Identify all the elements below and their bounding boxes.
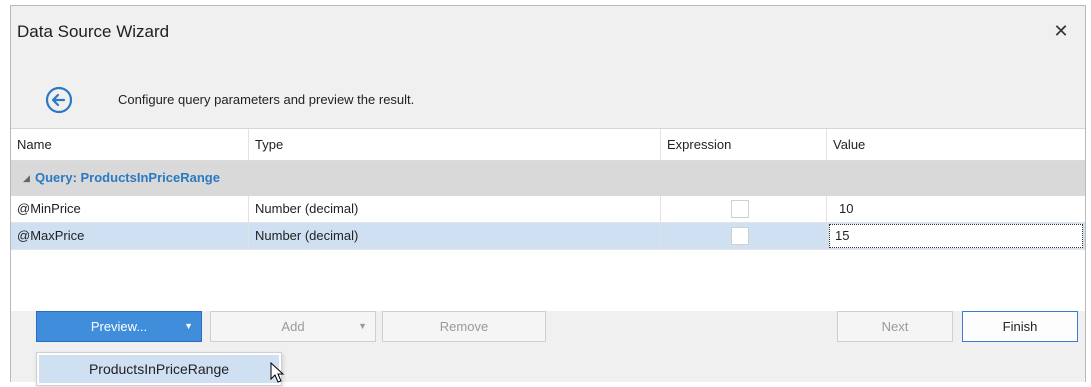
wizard-header: Configure query parameters and preview t… <box>11 58 1085 128</box>
cell-type[interactable]: Number (decimal) <box>249 223 661 249</box>
add-button[interactable]: Add ▼ <box>210 311 376 342</box>
expression-checkbox[interactable] <box>731 227 749 245</box>
collapse-arrow-icon[interactable]: ◢ <box>23 173 30 184</box>
table-row-maxprice[interactable]: @MaxPrice Number (decimal) 15 <box>11 223 1085 250</box>
grid-header: Name Type Expression Value <box>11 129 1085 161</box>
group-label: Query: ProductsInPriceRange <box>35 170 220 185</box>
expression-checkbox[interactable] <box>731 200 749 218</box>
finish-button[interactable]: Finish <box>962 311 1078 342</box>
cell-type[interactable]: Number (decimal) <box>249 196 661 222</box>
value-editor[interactable]: 15 <box>829 224 1083 248</box>
title-bar: Data Source Wizard ✕ <box>11 6 1085 58</box>
column-header-value[interactable]: Value <box>827 129 1085 160</box>
next-button[interactable]: Next <box>837 311 953 342</box>
table-row-minprice[interactable]: @MinPrice Number (decimal) 10 <box>11 196 1085 223</box>
cell-value[interactable]: 10 <box>827 196 1085 222</box>
add-button-label: Add <box>281 319 305 334</box>
group-row-query[interactable]: ◢ Query: ProductsInPriceRange <box>11 161 1085 196</box>
chevron-down-icon[interactable]: ▼ <box>358 312 367 341</box>
menu-item-productsinpricerange[interactable]: ProductsInPriceRange <box>39 355 279 383</box>
close-icon[interactable]: ✕ <box>1051 21 1071 41</box>
remove-button[interactable]: Remove <box>382 311 546 342</box>
cell-name: @MaxPrice <box>11 223 249 249</box>
cell-name: @MinPrice <box>11 196 249 222</box>
chevron-down-icon[interactable]: ▼ <box>184 312 193 341</box>
window-title: Data Source Wizard <box>17 22 170 41</box>
preview-dropdown-menu: ProductsInPriceRange <box>36 352 282 386</box>
column-header-type[interactable]: Type <box>249 129 661 160</box>
parameters-grid: Name Type Expression Value ◢ Query: Prod… <box>11 128 1085 311</box>
preview-button[interactable]: Preview... ▼ <box>36 311 202 342</box>
mouse-pointer-icon <box>270 362 285 383</box>
column-header-expression[interactable]: Expression <box>661 129 827 160</box>
cell-value[interactable]: 15 <box>827 223 1085 249</box>
preview-button-label: Preview... <box>90 319 148 334</box>
cell-expression <box>661 196 827 222</box>
column-header-name[interactable]: Name <box>11 129 249 160</box>
cell-expression <box>661 223 827 249</box>
header-instruction: Configure query parameters and preview t… <box>118 92 415 107</box>
arrow-left-circle-icon[interactable] <box>45 86 73 114</box>
